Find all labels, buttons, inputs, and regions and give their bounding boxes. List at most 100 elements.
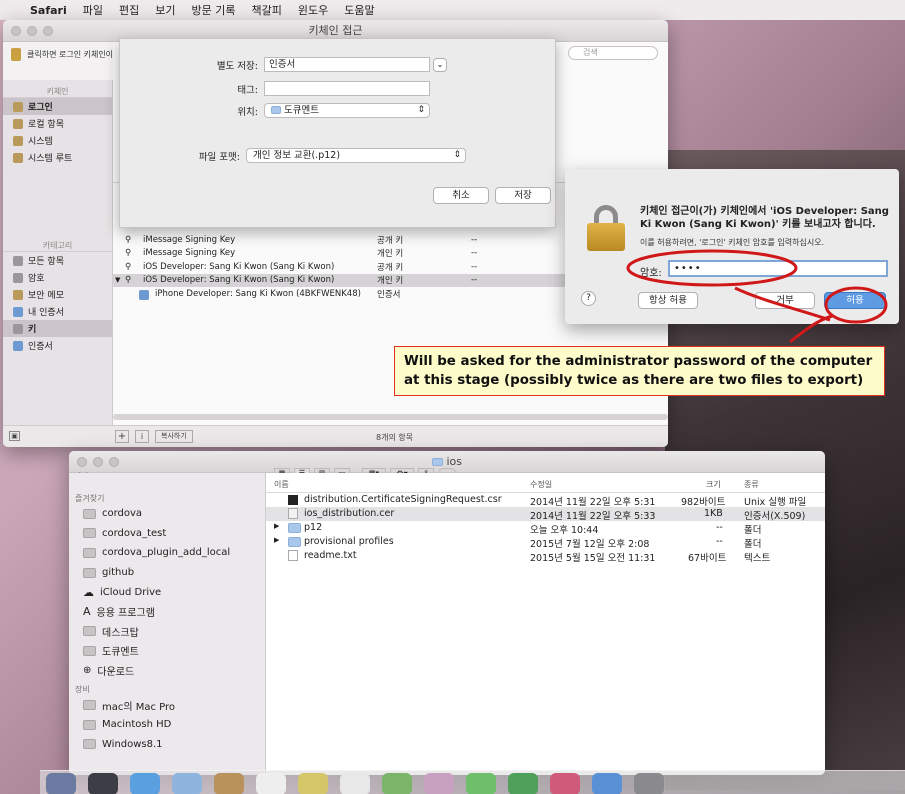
file-name: distribution.CertificateSigningRequest.c… <box>304 494 502 505</box>
tags-input[interactable] <box>264 81 430 96</box>
sidebar-item-windows[interactable]: Windows8.1 <box>69 735 265 755</box>
category-all-items[interactable]: 모든 항목 <box>3 252 112 269</box>
info-icon[interactable]: i <box>135 430 149 443</box>
keychain-search-field[interactable]: 검색 <box>568 46 658 60</box>
sidebar-item-icloud[interactable]: ☁ iCloud Drive <box>69 582 265 602</box>
menu-view[interactable]: 보기 <box>155 2 175 18</box>
category-keys[interactable]: 키 <box>3 320 112 337</box>
menu-bookmarks[interactable]: 책갈피 <box>251 2 281 18</box>
menu-app[interactable]: Safari <box>30 4 67 17</box>
category-secure-notes[interactable]: 보안 메모 <box>3 286 112 303</box>
minimize-button[interactable] <box>27 26 37 36</box>
safari-dock-icon[interactable] <box>130 773 160 794</box>
sidebar-item-desktop[interactable]: 데스크탑 <box>69 622 265 642</box>
zoom-button[interactable] <box>43 26 53 36</box>
row-kind: 인증서 <box>377 289 401 300</box>
photos-dock-icon[interactable] <box>424 773 454 794</box>
sidebar-item-downloads[interactable]: ⊕ 다운로드 <box>69 661 265 681</box>
disclosure-triangle-icon[interactable]: ▶ <box>274 536 279 544</box>
close-button[interactable] <box>11 26 21 36</box>
row-kind: 공개 키 <box>377 235 404 246</box>
menu-history[interactable]: 방문 기록 <box>192 2 236 18</box>
lock-icon <box>11 48 21 61</box>
documents-icon <box>83 645 96 656</box>
settings-dock-icon[interactable] <box>634 773 664 794</box>
finder-dock-icon[interactable] <box>46 773 76 794</box>
sidebar-item-documents[interactable]: 도큐멘트 <box>69 641 265 661</box>
where-row: 위치: 도큐멘트 <box>198 103 430 118</box>
sidebar-label: cordova_test <box>102 527 167 539</box>
sidebar-item-github[interactable]: github <box>69 563 265 583</box>
sidebar-item-applications[interactable]: A 응용 프로그램 <box>69 602 265 622</box>
copy-button[interactable]: 복사하기 <box>155 430 193 443</box>
header-name[interactable]: 이름 <box>274 479 289 490</box>
folder-icon <box>288 537 301 547</box>
sidebar-item-cordova-test[interactable]: cordova_test <box>69 524 265 544</box>
sidebar-item-cordova-plugin[interactable]: cordova_plugin_add_local <box>69 543 265 563</box>
horizontal-scrollbar[interactable] <box>113 414 668 420</box>
messages-dock-icon[interactable] <box>466 773 496 794</box>
always-allow-button[interactable]: 항상 허용 <box>638 292 698 309</box>
keychain-lock[interactable]: 클릭하면 로그인 키체인이 <box>11 48 123 61</box>
launchpad-dock-icon[interactable] <box>88 773 118 794</box>
file-size: -- <box>716 522 723 533</box>
cancel-button[interactable]: 취소 <box>433 187 489 204</box>
file-row[interactable]: readme.txt 2015년 5월 15일 오전 11:31 67바이트 텍스트 <box>266 549 825 564</box>
keychain-item-system[interactable]: 시스템 <box>3 132 112 149</box>
password-field[interactable]: •••• <box>668 260 888 277</box>
sidebar-label: Macintosh HD <box>102 719 172 731</box>
key-icon: ⚲ <box>125 234 132 245</box>
help-button[interactable]: ? <box>581 291 596 306</box>
menu-window[interactable]: 윈도우 <box>298 2 328 18</box>
music-dock-icon[interactable] <box>550 773 580 794</box>
allow-button[interactable]: 허용 <box>824 292 886 309</box>
where-popup[interactable]: 도큐멘트 <box>264 103 430 118</box>
appstore-dock-icon[interactable] <box>592 773 622 794</box>
menu-file[interactable]: 파일 <box>83 2 103 18</box>
save-as-input[interactable]: 인증서 <box>264 57 430 72</box>
maps-dock-icon[interactable] <box>382 773 412 794</box>
sidebar-item-mac-pro[interactable]: mac의 Mac Pro <box>69 695 265 715</box>
facetime-dock-icon[interactable] <box>508 773 538 794</box>
keychain-label: 로그인 <box>28 103 53 113</box>
calendar-dock-icon[interactable] <box>256 773 286 794</box>
keychain-auth-dialog: 키체인 접근이(가) 키체인에서 'iOS Developer: Sang Ki… <box>565 169 899 324</box>
mail-dock-icon[interactable] <box>172 773 202 794</box>
file-row[interactable]: ▶ p12 오늘 오후 10:44 -- 폴더 <box>266 521 825 536</box>
file-row-selected[interactable]: ios_distribution.cer 2014년 11월 22일 오후 5:3… <box>266 507 825 522</box>
add-icon[interactable]: + <box>115 430 129 443</box>
sidebar-item-cordova[interactable]: cordova <box>69 504 265 524</box>
contacts-dock-icon[interactable] <box>214 773 244 794</box>
close-button[interactable] <box>77 457 87 467</box>
notes-dock-icon[interactable] <box>298 773 328 794</box>
zoom-button[interactable] <box>109 457 119 467</box>
file-date: 2014년 11월 22일 오후 5:33 <box>530 511 656 522</box>
file-name: provisional profiles <box>304 536 394 547</box>
save-button[interactable]: 저장 <box>495 187 551 204</box>
row-kind: 개인 키 <box>377 249 404 260</box>
desktop-icon <box>83 626 96 637</box>
reminders-dock-icon[interactable] <box>340 773 370 794</box>
deny-button[interactable]: 거부 <box>755 292 815 309</box>
minimize-button[interactable] <box>93 457 103 467</box>
info-panel-icon[interactable]: ▣ <box>9 431 20 441</box>
header-size[interactable]: 크기 <box>706 479 721 490</box>
keychain-label: 시스템 루트 <box>28 154 73 164</box>
header-date[interactable]: 수정일 <box>530 479 552 490</box>
expand-chevron-icon[interactable]: ⌄ <box>433 58 447 72</box>
menu-edit[interactable]: 편집 <box>119 2 139 18</box>
disclosure-triangle-icon[interactable]: ▼ <box>115 276 120 284</box>
keychain-item-system-roots[interactable]: 시스템 루트 <box>3 149 112 166</box>
disclosure-triangle-icon[interactable]: ▶ <box>274 522 279 530</box>
sidebar-item-macintosh-hd[interactable]: Macintosh HD <box>69 715 265 735</box>
menu-help[interactable]: 도움말 <box>344 2 374 18</box>
header-kind[interactable]: 종류 <box>744 479 759 490</box>
category-passwords[interactable]: 암호 <box>3 269 112 286</box>
category-certificates[interactable]: 인증서 <box>3 337 112 354</box>
category-my-certificates[interactable]: 내 인증서 <box>3 303 112 320</box>
keychain-item-login[interactable]: 로그인 <box>3 98 112 115</box>
format-popup[interactable]: 개인 정보 교환(.p12) <box>246 148 466 163</box>
file-row[interactable]: distribution.CertificateSigningRequest.c… <box>266 493 825 508</box>
file-row[interactable]: ▶ provisional profiles 2015년 7월 12일 오후 2:0… <box>266 535 825 550</box>
keychain-item-local[interactable]: 로컬 항목 <box>3 115 112 132</box>
